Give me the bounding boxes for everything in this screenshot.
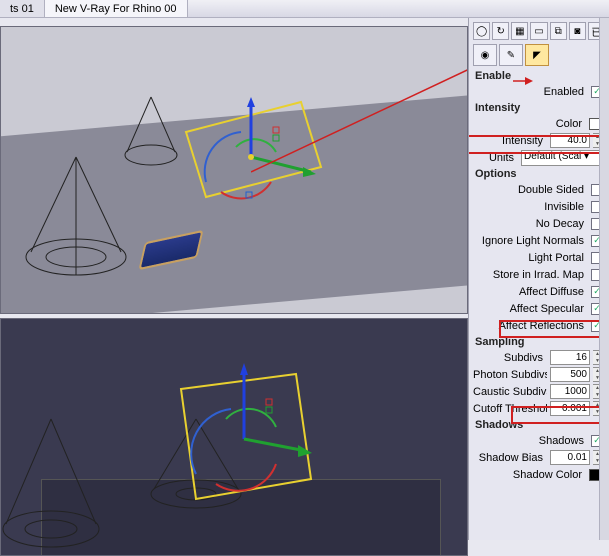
affect-refl-label: Affect Reflections xyxy=(473,320,588,332)
annotation-arrow-small xyxy=(513,76,533,86)
cone-object-small xyxy=(121,97,181,170)
options-header: Options xyxy=(473,166,605,181)
subdivs-input[interactable] xyxy=(550,350,590,365)
shadow-bias-label: Shadow Bias xyxy=(473,452,547,464)
cutoff-input[interactable] xyxy=(550,401,590,416)
tool-page-icon[interactable]: ▭ xyxy=(530,22,547,40)
photon-subdivs-label: Photon Subdivs xyxy=(473,369,547,381)
units-dropdown[interactable]: Default (Scal ▾ xyxy=(521,150,603,166)
tab-2[interactable]: New V-Ray For Rhino 00 xyxy=(45,0,188,17)
photon-subdivs-input[interactable] xyxy=(550,367,590,382)
intensity-label: Intensity xyxy=(473,135,547,147)
panel-scrollbar[interactable] xyxy=(599,18,609,540)
enable-header: Enable xyxy=(473,68,605,83)
cone-object-large xyxy=(21,157,131,280)
units-label: Units xyxy=(473,152,518,164)
caustic-subdivs-input[interactable] xyxy=(550,384,590,399)
tool-monitor-icon[interactable]: ⧉ xyxy=(550,22,567,40)
cone-object-large-b xyxy=(1,419,111,552)
tab-2-label: New V-Ray For Rhino 00 xyxy=(55,3,177,15)
tool-brush-icon[interactable]: ✎ xyxy=(499,44,523,66)
document-tabs: ts 01 New V-Ray For Rhino 00 xyxy=(0,0,609,18)
tool-globe-icon[interactable]: ◯ xyxy=(473,22,490,40)
affect-diffuse-label: Affect Diffuse xyxy=(473,286,588,298)
shadow-bias-input[interactable] xyxy=(550,450,590,465)
tool-sphere-icon[interactable]: ◉ xyxy=(473,44,497,66)
shadows-label: Shadows xyxy=(473,435,588,447)
rect-light-gizmo[interactable] xyxy=(181,97,341,210)
tool-light-icon[interactable]: ◤ xyxy=(525,44,549,66)
workspace xyxy=(0,18,468,540)
invisible-label: Invisible xyxy=(473,201,588,213)
double-sided-label: Double Sided xyxy=(473,184,588,196)
rect-light-gizmo-b[interactable] xyxy=(166,359,336,512)
tab-1-label: ts 01 xyxy=(10,3,34,15)
caustic-subdivs-label: Caustic Subdivs xyxy=(473,386,547,398)
tab-1[interactable]: ts 01 xyxy=(0,0,45,17)
tool-palette-icon[interactable]: ▦ xyxy=(511,22,528,40)
viewport-perspective[interactable] xyxy=(0,26,468,314)
tool-refresh-icon[interactable]: ↻ xyxy=(492,22,509,40)
light-properties-panel: ◯ ↻ ▦ ▭ ⧉ ◙ 已 ◉ ✎ ◤ Enable Enabled Inten… xyxy=(468,18,609,540)
panel-toolbar-2: ◉ ✎ ◤ xyxy=(473,42,605,68)
intensity-header: Intensity xyxy=(473,100,605,115)
sampling-header: Sampling xyxy=(473,334,605,349)
intensity-input[interactable] xyxy=(550,133,590,148)
no-decay-label: No Decay xyxy=(473,218,588,230)
color-label: Color xyxy=(473,118,586,130)
shadows-header: Shadows xyxy=(473,417,605,432)
enabled-label: Enabled xyxy=(473,86,588,98)
shadow-color-label: Shadow Color xyxy=(473,469,586,481)
light-portal-label: Light Portal xyxy=(473,252,588,264)
ignore-normals-label: Ignore Light Normals xyxy=(473,235,588,247)
affect-specular-label: Affect Specular xyxy=(473,303,588,315)
tool-camera-icon[interactable]: ◙ xyxy=(569,22,586,40)
panel-toolbar-1: ◯ ↻ ▦ ▭ ⧉ ◙ 已 xyxy=(473,20,605,42)
store-irrad-label: Store in Irrad. Map xyxy=(473,269,588,281)
subdivs-label: Subdivs xyxy=(473,352,547,364)
cutoff-label: Cutoff Threshold xyxy=(473,403,547,415)
viewport-bottom[interactable] xyxy=(0,318,468,556)
